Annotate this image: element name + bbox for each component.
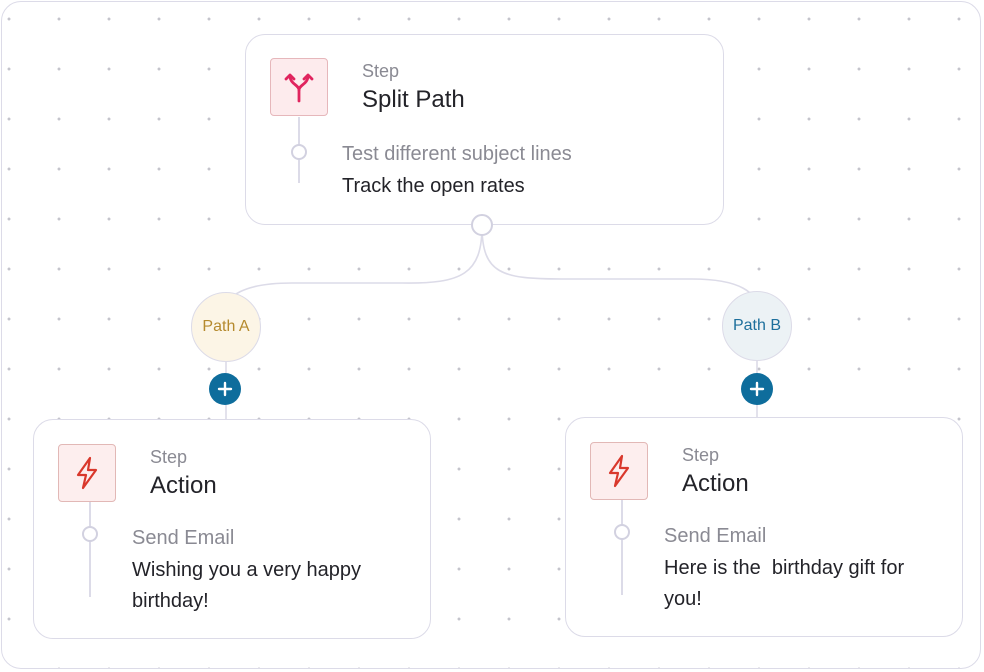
workflow-canvas: Step Split Path Test different subject l… [1,1,981,669]
plus-icon [749,381,765,397]
timeline-line [621,500,623,595]
split-arrows-icon [284,73,314,103]
add-step-button-path-a[interactable] [209,373,241,405]
add-step-button-path-b[interactable] [741,373,773,405]
timeline-dot [291,144,307,160]
split-output-port[interactable] [471,214,493,236]
item-value: Wishing you a very happy birthday! [132,559,362,612]
step-label: Step [150,447,188,467]
item-label: Send Email [132,527,235,549]
action-card-path-b[interactable]: Step Action Send Email Here is the birth… [565,417,963,637]
lightning-icon [76,456,98,490]
timeline-dot [614,524,630,540]
step-title: Action [150,472,217,499]
plus-icon [217,381,233,397]
connector-to-path-b [481,225,758,309]
item-label: Send Email [664,525,767,547]
action-card-path-a[interactable]: Step Action Send Email Wishing you a ver… [33,419,431,639]
timeline-dot [82,526,98,542]
step-title: Split Path [362,86,465,113]
timeline-line [89,502,91,597]
item-label: Test different subject lines [342,143,572,165]
step-label: Step [362,61,400,81]
split-icon-box [270,58,328,116]
path-b-node[interactable]: Path B [722,291,792,361]
path-a-node[interactable]: Path A [191,292,261,362]
action-icon-box [590,442,648,500]
action-icon-box [58,444,116,502]
split-path-card[interactable]: Step Split Path Test different subject l… [245,34,724,225]
step-title: Action [682,470,749,497]
item-value: Here is the birthday gift for you! [664,557,910,610]
lightning-icon [608,454,630,488]
step-label: Step [682,445,720,465]
connector-to-path-a [225,225,483,311]
item-value: Track the open rates [342,175,525,197]
